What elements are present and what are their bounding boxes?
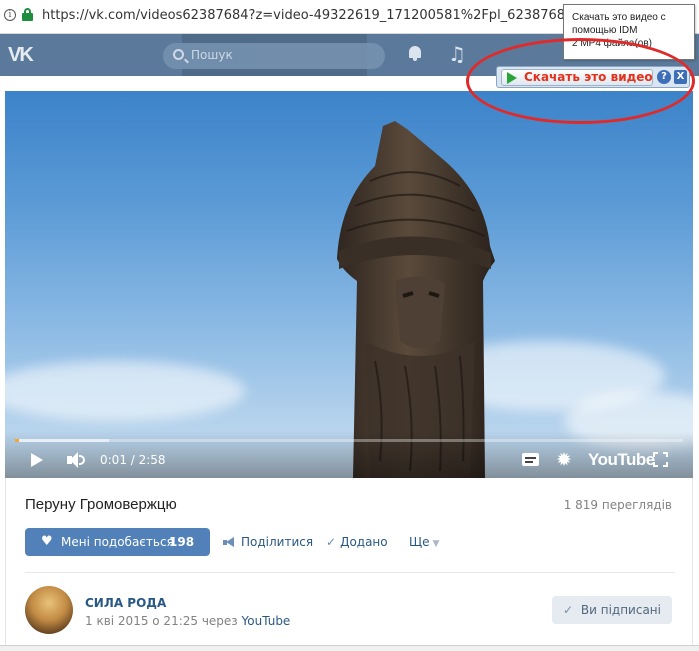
idm-tooltip-line: Скачать это видео с [572, 12, 666, 23]
progress-played [15, 439, 19, 442]
source-link[interactable]: YouTube [242, 614, 291, 628]
check-icon: ✓ [326, 535, 337, 549]
bottom-scroll-area [0, 645, 699, 651]
share-button[interactable]: Поділитися [223, 535, 313, 549]
lock-icon [22, 8, 33, 21]
upload-date-text: 1 кві 2015 о 21:25 через [85, 614, 238, 628]
upload-date: 1 кві 2015 о 21:25 через YouTube [85, 614, 290, 628]
chevron-down-icon: ▼ [432, 539, 440, 549]
youtube-logo[interactable]: YouTube [588, 450, 655, 470]
time-display: 0:01 / 2:58 [100, 453, 166, 467]
added-label: Додано [340, 535, 388, 549]
megaphone-icon [223, 537, 235, 547]
player-controls: 0:01 / 2:58 ✹ YouTube [5, 431, 693, 478]
play-button[interactable] [31, 453, 43, 467]
video-info-panel: Перуну Громовержцю 1 819 переглядів ♥ Ме… [5, 478, 693, 646]
cloud [5, 361, 245, 421]
share-label: Поділитися [241, 535, 314, 549]
search-box[interactable] [163, 43, 385, 69]
subscribed-label: Ви підписані [580, 603, 661, 617]
like-count: 198 [169, 535, 195, 549]
divider [25, 572, 675, 573]
wooden-idol-image [337, 121, 495, 478]
like-button[interactable]: ♥ Мені подобається 198 [25, 528, 210, 556]
music-icon[interactable]: ♫ [448, 42, 466, 66]
progress-bar[interactable] [15, 439, 683, 442]
more-button[interactable]: Ще ▼ [409, 535, 439, 549]
video-title: Перуну Громовержцю [25, 496, 177, 513]
vk-logo-icon[interactable]: VK [8, 44, 34, 67]
search-icon [173, 49, 184, 60]
bell-icon[interactable] [408, 46, 422, 62]
subtitles-icon[interactable] [522, 453, 539, 466]
highlight-ellipse [466, 38, 695, 124]
check-icon: ✓ [563, 603, 574, 617]
like-label: Мені подобається [61, 535, 174, 549]
more-label: Ще [409, 535, 430, 549]
idm-tooltip-line: помощью IDM [572, 25, 638, 36]
subscribed-button[interactable]: ✓ Ви підписані [552, 596, 672, 624]
url-text[interactable]: https://vk.com/videos62387684?z=video-49… [42, 8, 593, 23]
channel-name[interactable]: СИЛА РОДА [85, 596, 166, 610]
added-button[interactable]: ✓ Додано [326, 535, 388, 549]
progress-loaded [15, 439, 109, 442]
info-icon[interactable]: i [4, 9, 16, 21]
volume-icon[interactable] [67, 451, 89, 469]
video-player[interactable]: 0:01 / 2:58 ✹ YouTube [5, 91, 693, 478]
heart-icon: ♥ [41, 534, 53, 549]
search-input[interactable] [191, 48, 371, 62]
channel-avatar[interactable] [25, 586, 73, 634]
fullscreen-icon[interactable] [653, 452, 668, 467]
view-count: 1 819 переглядів [563, 498, 672, 512]
gear-icon[interactable]: ✹ [556, 449, 572, 471]
